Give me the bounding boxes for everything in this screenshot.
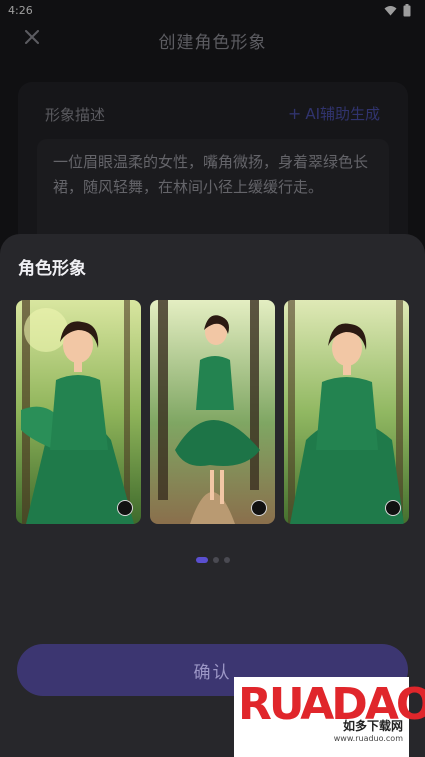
- character-image-3[interactable]: [284, 300, 409, 524]
- watermark-sub: 如多下载网: [342, 719, 403, 733]
- character-image-2[interactable]: [150, 300, 275, 524]
- page-dot-3: [223, 557, 230, 563]
- character-image-1[interactable]: [16, 300, 141, 524]
- image-carousel[interactable]: [16, 300, 410, 524]
- page-dot-1: [195, 557, 208, 563]
- sheet-title: 角色形象: [18, 259, 86, 279]
- watermark-logo: RUADAO 如多下载网 www.ruaduo.com: [234, 677, 425, 757]
- watermark-url: www.ruaduo.com: [333, 734, 403, 743]
- select-radio-3[interactable]: [385, 500, 401, 516]
- select-radio-2[interactable]: [251, 500, 267, 516]
- page-dot-2: [212, 557, 219, 563]
- select-radio-1[interactable]: [117, 500, 133, 516]
- page-indicator: [0, 557, 425, 563]
- app-screen: 4:26 创建角色形象 形象描述 + AI辅助生成 一位眉眼温柔的女性，嘴角微扬…: [0, 0, 425, 757]
